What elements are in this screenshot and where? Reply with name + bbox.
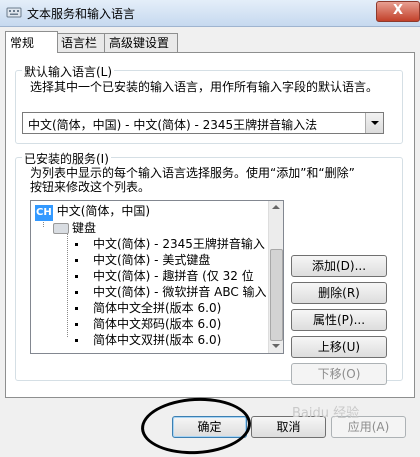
tree-node-keyboard[interactable]: 键盘 [53, 220, 96, 236]
properties-button[interactable]: 属性(P)... [291, 309, 387, 331]
language-label: 中文(简体，中国) [56, 204, 151, 218]
chevron-down-icon[interactable] [365, 113, 383, 133]
list-item[interactable]: 中文(简体) - 趣拼音 (仅 32 位 [93, 268, 254, 284]
bullet-icon [75, 243, 78, 246]
tree-node-language[interactable]: CH 中文(简体，中国) [35, 203, 151, 221]
move-up-button[interactable]: 上移(U) [291, 336, 387, 358]
tree-connector [67, 231, 68, 337]
bullet-icon [75, 339, 78, 342]
window-title: 文本服务和输入语言 [27, 7, 136, 21]
bullet-icon [75, 275, 78, 278]
bullet-icon [75, 323, 78, 326]
list-item[interactable]: 中文(简体) - 2345王牌拼音输入 [93, 236, 265, 252]
bullet-icon [75, 291, 78, 294]
title-bar: 文本服务和输入语言 X [0, 0, 420, 27]
close-icon: X [392, 3, 404, 18]
tab-language-bar[interactable]: 语言栏 [56, 33, 106, 52]
tree-scrollbar[interactable] [268, 201, 283, 353]
list-item[interactable]: 简体中文全拼(版本 6.0) [93, 300, 221, 316]
language-code-icon: CH [35, 205, 53, 221]
list-item[interactable]: 中文(简体) - 美式键盘 [93, 252, 210, 268]
default-language-description: 选择其中一个已安装的输入语言，用作所有输入字段的默认语言。 [30, 80, 379, 94]
list-item[interactable]: 中文(简体) - 微软拼音 ABC 输入 [93, 284, 267, 300]
bullet-icon [75, 307, 78, 310]
remove-button[interactable]: 删除(R) [291, 282, 387, 304]
default-language-label: 默认输入语言(L) [22, 63, 115, 80]
tree-content: CH 中文(简体，中国) 键盘 中文(简体) - 2345王牌拼音输入 中文(简体… [31, 201, 269, 353]
installed-services-tree[interactable]: CH 中文(简体，中国) 键盘 中文(简体) - 2345王牌拼音输入 中文(简体… [30, 200, 284, 354]
default-language-select[interactable]: 中文(简体，中国) - 中文(简体) - 2345王牌拼音输入法 [22, 112, 384, 134]
installed-services-description-line1: 为列表中显示的每个输入语言选择服务。使用“添加”和“删除” [30, 166, 355, 180]
keyboard-app-icon [6, 7, 22, 18]
keyboard-label: 键盘 [72, 221, 97, 235]
hand-drawn-circle-annotation [139, 395, 253, 457]
scroll-thumb[interactable] [270, 249, 283, 341]
list-item[interactable]: 简体中文双拼(版本 6.0) [93, 332, 221, 348]
scroll-down-icon[interactable] [269, 339, 283, 353]
installed-services-label: 已安装的服务(I) [22, 150, 111, 167]
tab-general[interactable]: 常规 [5, 31, 58, 53]
tab-advanced-key-settings[interactable]: 高级键设置 [104, 33, 178, 52]
installed-services-description-line2: 按钮来修改这个列表。 [30, 180, 151, 194]
keyboard-icon [53, 223, 69, 234]
close-button[interactable]: X [376, 1, 420, 22]
watermark: Baidu 经验 [292, 406, 360, 421]
move-down-button: 下移(O) [291, 363, 387, 385]
default-language-value: 中文(简体，中国) - 中文(简体) - 2345王牌拼音输入法 [28, 118, 318, 132]
bullet-icon [75, 259, 78, 262]
scroll-up-icon[interactable] [269, 201, 283, 215]
list-item[interactable]: 简体中文郑码(版本 6.0) [93, 316, 221, 332]
add-button[interactable]: 添加(D)... [291, 255, 387, 277]
